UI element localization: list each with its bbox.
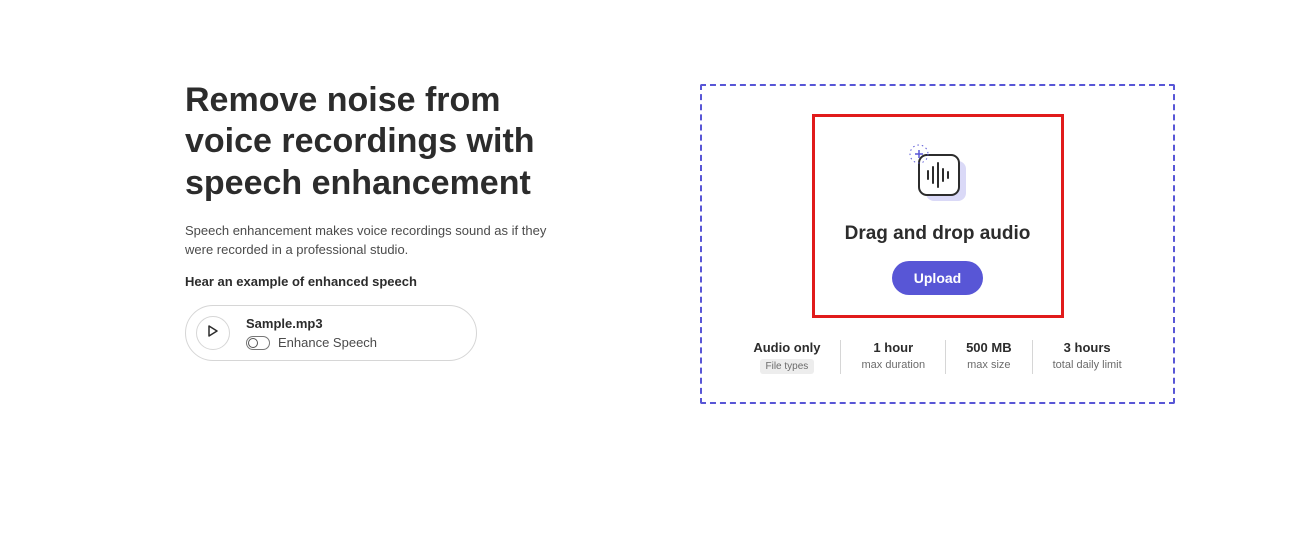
track-filename: Sample.mp3	[246, 316, 377, 331]
limit-audio-only: Audio only File types	[733, 340, 841, 374]
limits-row: Audio only File types 1 hour max duratio…	[733, 340, 1141, 374]
intro-panel: Remove noise from voice recordings with …	[185, 80, 585, 361]
limit-value: 3 hours	[1064, 340, 1111, 355]
limit-duration: 1 hour max duration	[841, 340, 946, 374]
limit-value: Audio only	[753, 340, 820, 355]
enhance-toggle[interactable]	[246, 336, 270, 350]
example-label: Hear an example of enhanced speech	[185, 274, 585, 289]
drop-title: Drag and drop audio	[845, 223, 1031, 245]
enhance-label: Enhance Speech	[278, 335, 377, 350]
enhance-row: Enhance Speech	[246, 335, 377, 350]
sample-player: Sample.mp3 Enhance Speech	[185, 305, 477, 361]
play-button[interactable]	[196, 316, 230, 350]
page-description: Speech enhancement makes voice recording…	[185, 222, 565, 260]
play-icon	[207, 324, 219, 342]
upload-panel: Drag and drop audio Upload Audio only Fi…	[700, 84, 1175, 404]
drop-zone[interactable]: Drag and drop audio Upload	[812, 114, 1064, 318]
limit-label: total daily limit	[1053, 359, 1122, 371]
track-info: Sample.mp3 Enhance Speech	[246, 316, 377, 350]
limit-daily: 3 hours total daily limit	[1033, 340, 1142, 374]
limit-value: 1 hour	[873, 340, 913, 355]
limit-label: max duration	[861, 359, 925, 371]
audio-waveform-icon	[903, 141, 973, 211]
limit-size: 500 MB max size	[946, 340, 1033, 374]
limit-value: 500 MB	[966, 340, 1012, 355]
upload-button[interactable]: Upload	[892, 261, 983, 295]
file-types-button[interactable]: File types	[760, 359, 815, 374]
page-title: Remove noise from voice recordings with …	[185, 80, 585, 204]
limit-label: max size	[967, 359, 1010, 371]
